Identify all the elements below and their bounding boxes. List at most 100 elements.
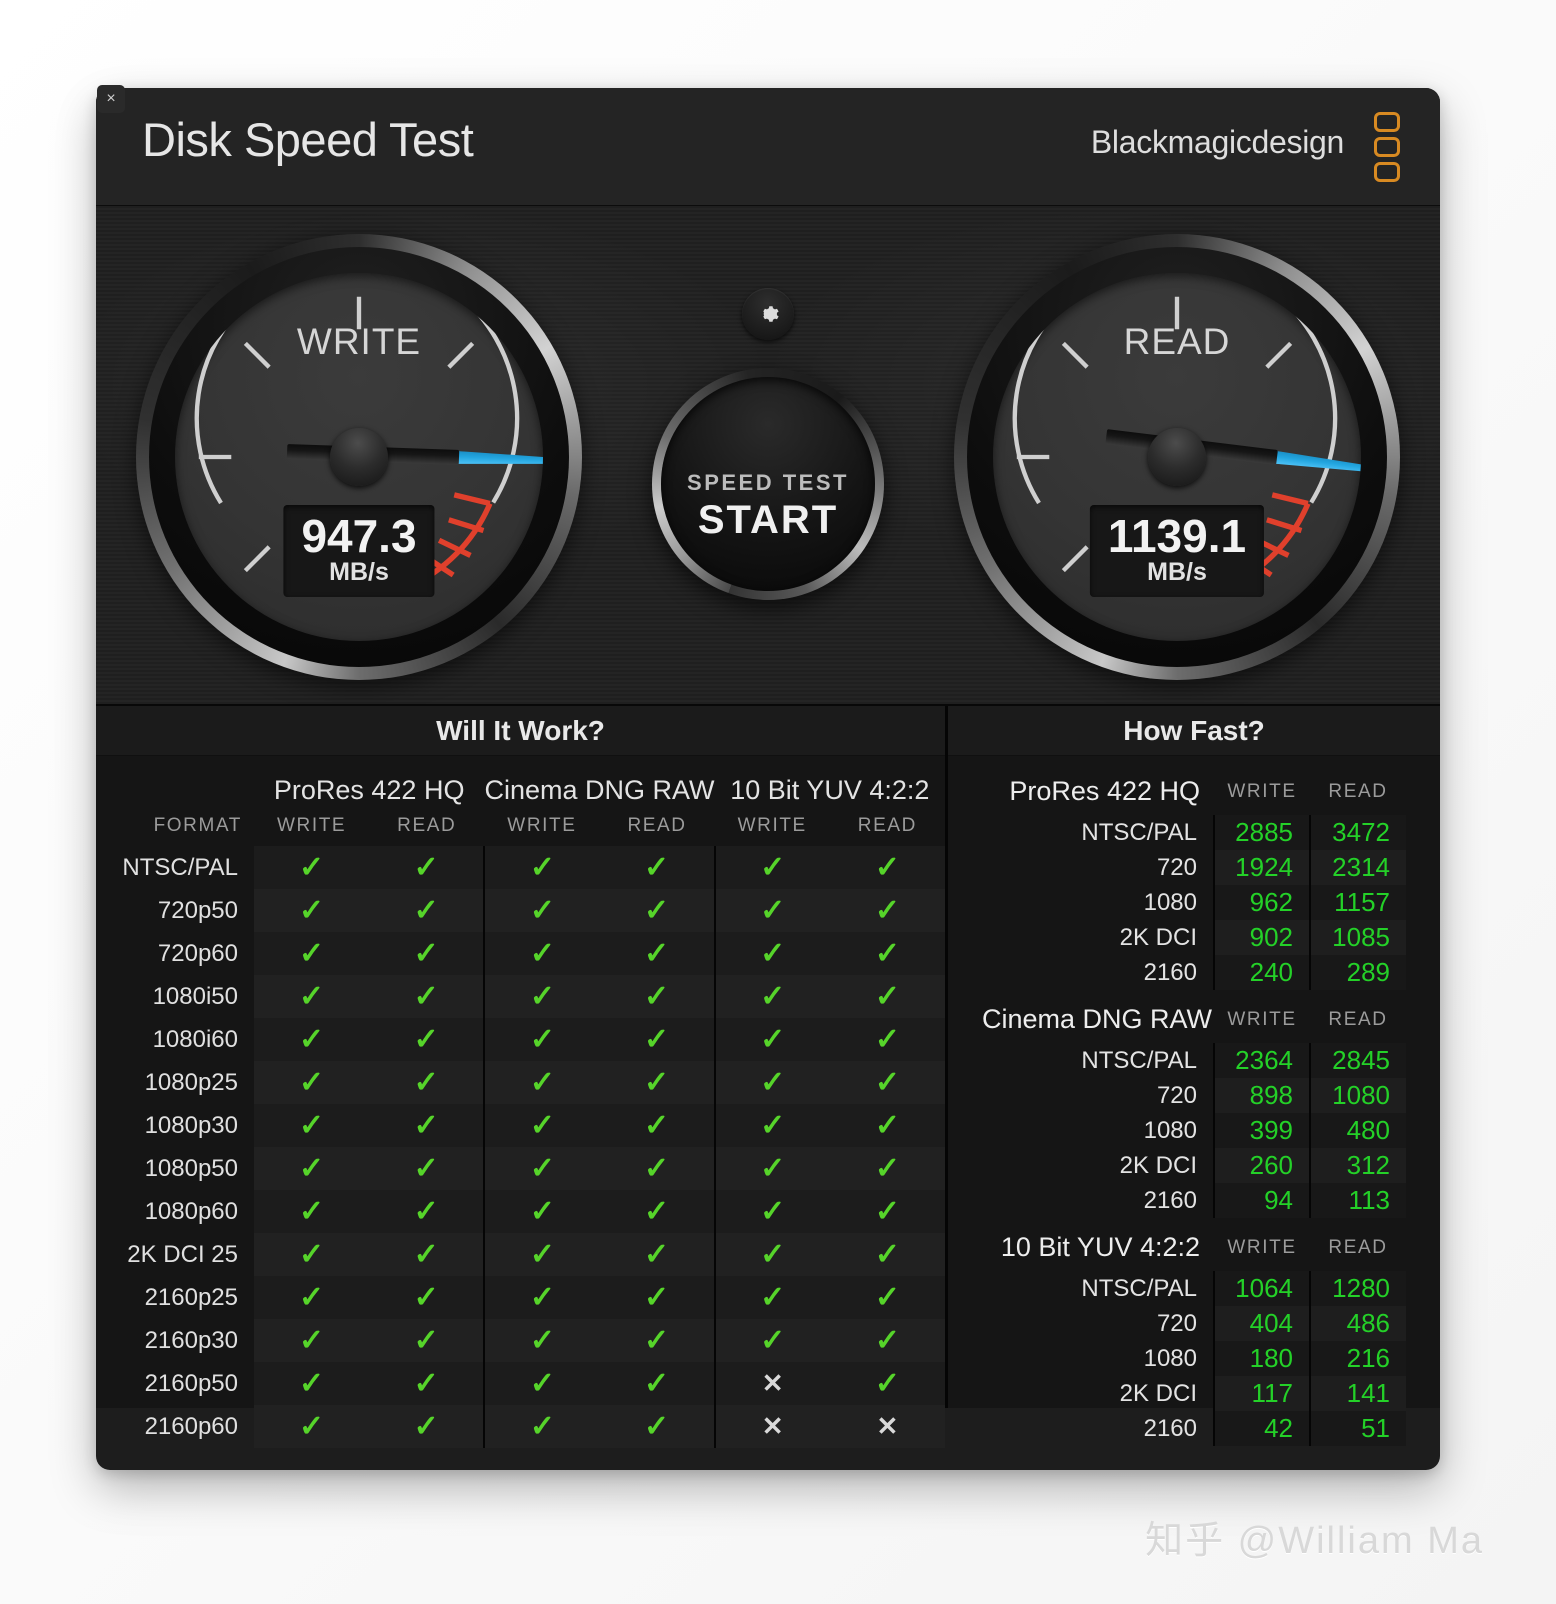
read-speed-value: 1157	[1309, 885, 1406, 920]
read-gauge: READ 1139.1 MB/s	[954, 234, 1400, 680]
app-window: Disk Speed Test Blackmagicdesign WRITE 9…	[96, 88, 1440, 1470]
check-icon: ✓	[643, 1409, 670, 1443]
write-readout: 947.3 MB/s	[283, 504, 435, 597]
check-icon: ✓	[413, 893, 439, 927]
support-check-icon: ✓	[254, 1061, 370, 1104]
support-check-icon: ✓	[713, 1018, 830, 1061]
support-check-icon: ✓	[599, 1104, 715, 1147]
support-check-icon: ✓	[369, 932, 485, 975]
check-icon: ✓	[529, 936, 555, 970]
support-check-icon: ✓	[483, 1061, 600, 1104]
check-icon: ✓	[643, 850, 670, 884]
will-it-work-body: NTSC/PAL ✓ ✓ ✓ ✓ ✓ ✓ 720p50 ✓ ✓ ✓ ✓ ✓ ✓ 720p60 ✓ ✓ ✓ ✓ ✓ ✓ 10…	[96, 846, 945, 1448]
read-value: 1139.1	[1107, 509, 1247, 562]
support-check-icon: ✓	[369, 1276, 485, 1319]
table-row: 720 1924 2314	[982, 850, 1406, 885]
check-icon: ✓	[874, 1151, 900, 1185]
support-check-icon: ✓	[483, 975, 600, 1018]
table-row: NTSC/PAL 2364 2845	[982, 1043, 1406, 1078]
table-row: 1080p30 ✓ ✓ ✓ ✓ ✓ ✓	[96, 1104, 945, 1147]
support-check-icon: ✓	[483, 932, 600, 975]
support-check-icon: ✓	[713, 1233, 830, 1276]
support-check-icon: ✓	[369, 1319, 485, 1362]
support-check-icon: ✓	[829, 1319, 945, 1362]
read-speed-value: 1080	[1309, 1078, 1406, 1113]
check-icon: ✓	[643, 893, 670, 927]
how-fast-title: How Fast?	[948, 706, 1440, 756]
read-gauge-label: READ	[1123, 321, 1231, 362]
read-unit: MB/s	[1147, 558, 1207, 586]
resolution-label: 1080	[1143, 1116, 1197, 1144]
read-speed-value: 2314	[1309, 850, 1406, 885]
codec-header-dng: Cinema DNG RAW	[484, 774, 715, 805]
support-check-icon: ✓	[483, 1104, 600, 1147]
check-icon: ✓	[413, 936, 439, 970]
table-row: 1080 180 216	[982, 1341, 1406, 1376]
support-check-icon: ✓	[829, 1362, 945, 1405]
read-speed-value: 51	[1309, 1411, 1406, 1446]
write-gauge-label: WRITE	[296, 321, 422, 362]
support-check-icon: ✓	[254, 1018, 370, 1061]
support-check-icon: ✓	[254, 846, 370, 889]
how-fast-panel: How Fast? ProRes 422 HQ WRITE READ NTSC/PAL…	[948, 706, 1440, 1446]
read-speed-value: 1280	[1309, 1271, 1406, 1306]
cross-icon: ✕	[876, 1411, 899, 1441]
cross-icon: ✕	[761, 1411, 784, 1441]
support-check-icon: ✓	[599, 1362, 715, 1405]
check-icon: ✓	[413, 1323, 439, 1357]
check-icon: ✓	[529, 1280, 555, 1314]
check-icon: ✓	[299, 1366, 325, 1400]
check-icon: ✓	[529, 850, 555, 884]
check-icon: ✓	[760, 1323, 786, 1357]
support-check-icon: ✓	[829, 1104, 945, 1147]
support-check-icon: ✓	[829, 889, 945, 932]
cross-icon: ✕	[761, 1368, 784, 1398]
read-speed-value: 216	[1309, 1341, 1406, 1376]
check-icon: ✓	[874, 1237, 900, 1271]
support-check-icon: ✓	[599, 1233, 715, 1276]
start-button-line2: START	[697, 497, 839, 542]
support-check-icon: ✓	[483, 1362, 600, 1405]
read-gauge-bezel: READ 1139.1 MB/s	[967, 247, 1387, 667]
write-speed-value: 180	[1213, 1341, 1310, 1376]
page-root: Disk Speed Test Blackmagicdesign WRITE 9…	[0, 0, 1556, 1604]
table-row: 2K DCI 902 1085	[982, 920, 1406, 955]
check-icon: ✓	[413, 1366, 439, 1400]
write-speed-value: 2364	[1213, 1043, 1310, 1078]
support-check-icon: ✓	[483, 1319, 600, 1362]
support-check-icon: ✓	[713, 1147, 830, 1190]
brand-text: Blackmagicdesign	[1090, 124, 1344, 160]
table-row: 720p50 ✓ ✓ ✓ ✓ ✓ ✓	[96, 889, 945, 932]
support-check-icon: ✓	[829, 1276, 945, 1319]
resolution-label: 1080	[1143, 888, 1197, 916]
table-row: 2K DCI 117 141	[982, 1376, 1406, 1411]
table-row: 720p60 ✓ ✓ ✓ ✓ ✓ ✓	[96, 932, 945, 975]
format-label: 1080p30	[144, 1111, 238, 1139]
check-icon: ✓	[529, 1065, 555, 1099]
check-icon: ✓	[529, 1409, 555, 1443]
table-row: NTSC/PAL 2885 3472	[982, 815, 1406, 850]
speed-test-start-button[interactable]: SPEED TEST START	[652, 368, 884, 600]
check-icon: ✓	[299, 850, 325, 884]
check-icon: ✓	[643, 1237, 670, 1271]
resolution-label: 720	[1156, 1081, 1197, 1109]
table-row: 1080 399 480	[982, 1113, 1406, 1148]
write-speed-value: 260	[1213, 1148, 1310, 1183]
support-check-icon: ✓	[829, 1190, 945, 1233]
write-speed-value: 404	[1213, 1306, 1310, 1341]
blackmagic-logo-icon	[1374, 112, 1400, 182]
resolution-label: 2K DCI	[1119, 1151, 1197, 1179]
settings-gear-button[interactable]	[742, 288, 794, 340]
read-gauge-face: READ 1139.1 MB/s	[993, 273, 1361, 641]
check-icon: ✓	[529, 1022, 555, 1056]
support-check-icon: ✓	[713, 889, 830, 932]
codec-header-yuv: 10 Bit YUV 4:2:2	[730, 774, 930, 805]
results-section: Will It Work? ProRes 422 HQ Cinema DNG R…	[96, 706, 1440, 1448]
close-window-button[interactable]: ×	[97, 85, 125, 113]
check-icon: ✓	[413, 1280, 439, 1314]
support-check-icon: ✓	[369, 1190, 485, 1233]
format-label: 720p60	[157, 939, 238, 967]
table-row: 1080p60 ✓ ✓ ✓ ✓ ✓ ✓	[96, 1190, 945, 1233]
read-speed-value: 141	[1309, 1376, 1406, 1411]
support-check-icon: ✓	[254, 932, 370, 975]
